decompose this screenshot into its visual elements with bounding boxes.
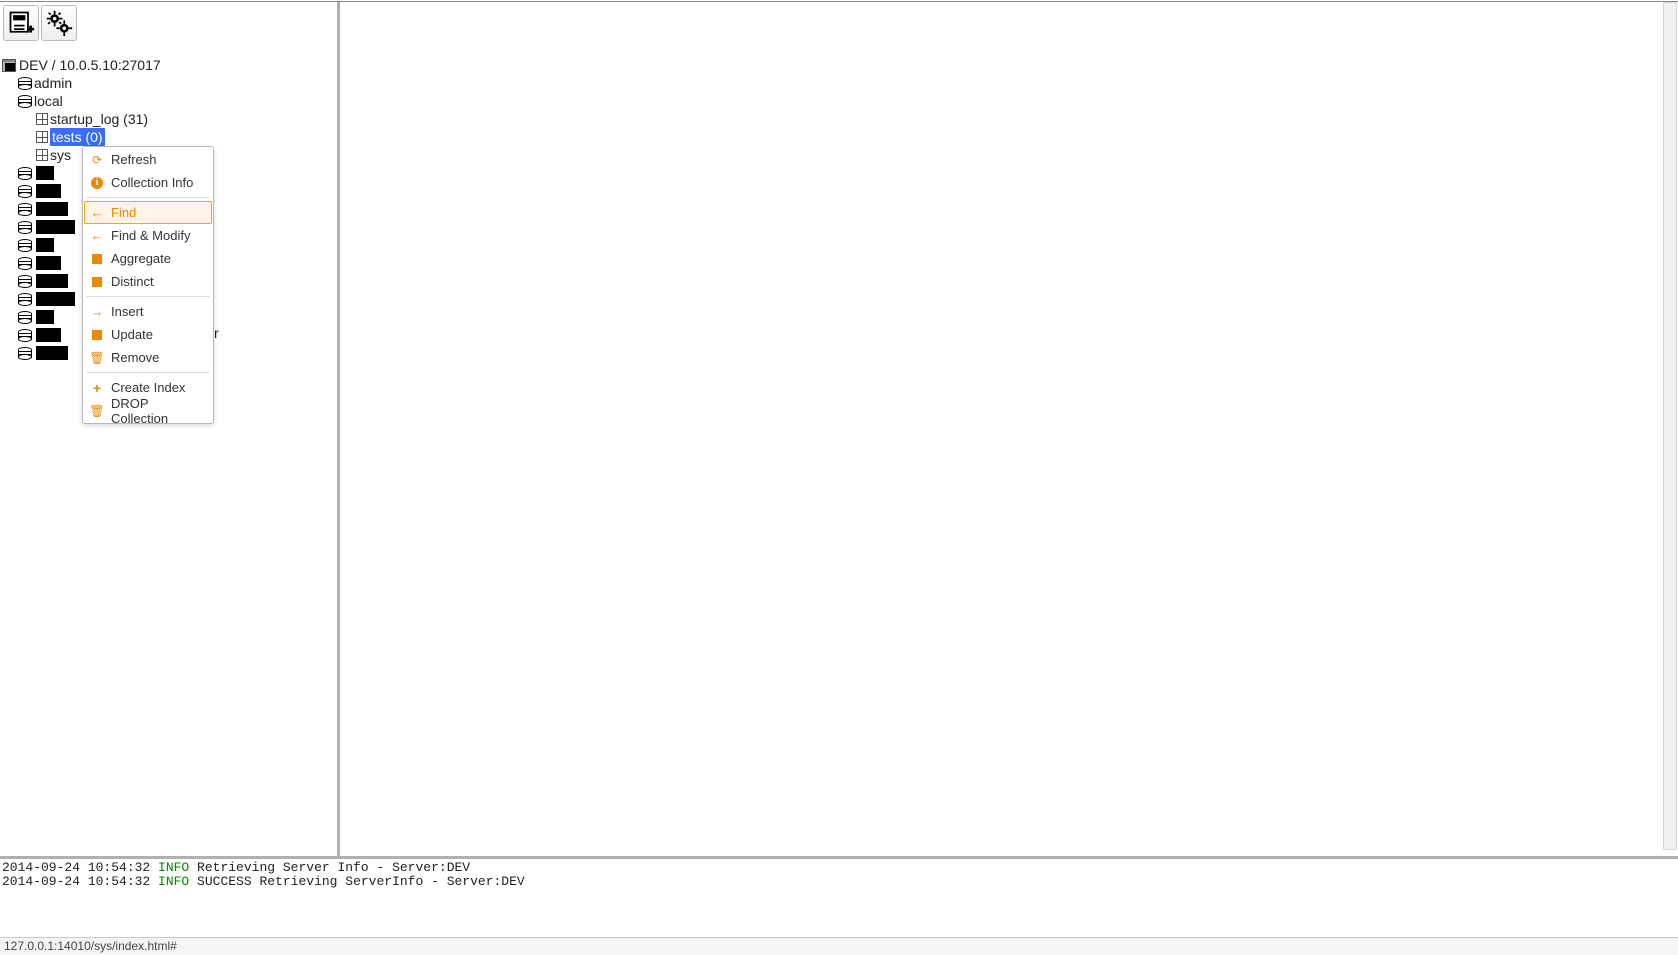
redacted-label xyxy=(36,166,54,180)
context-menu-label: Create Index xyxy=(111,380,185,395)
collection-icon xyxy=(36,113,48,125)
redacted-label xyxy=(36,346,68,360)
database-icon xyxy=(18,77,32,90)
log-message: SUCCESS Retrieving ServerInfo - Server:D… xyxy=(189,875,524,889)
arrow-right-icon: → xyxy=(91,306,103,318)
context-menu-separator xyxy=(86,197,210,198)
redacted-label xyxy=(36,220,75,234)
context-menu-insert[interactable]: → Insert xyxy=(84,300,212,323)
vertical-scrollbar[interactable] xyxy=(1663,2,1677,850)
tree-label: sys xyxy=(50,146,71,164)
arrow-left-icon: ← xyxy=(91,207,103,219)
tree-label: admin xyxy=(34,74,72,92)
redacted-label xyxy=(36,256,61,270)
context-menu-separator xyxy=(86,296,210,297)
database-icon xyxy=(18,203,32,216)
database-icon xyxy=(18,275,32,288)
square-icon xyxy=(91,276,103,288)
log-message: Retrieving Server Info - Server:DEV xyxy=(189,861,470,875)
context-menu-remove[interactable]: 🗑 Remove xyxy=(84,346,212,369)
context-menu-label: Refresh xyxy=(111,152,157,167)
tree-label: startup_log (31) xyxy=(50,110,148,128)
tree-database-node[interactable]: admin xyxy=(0,74,337,92)
redacted-label xyxy=(36,274,68,288)
sidebar: DEV / 10.0.5.10:27017adminlocalstartup_l… xyxy=(0,2,340,856)
status-bar: 127.0.0.1:14010/sys/index.html# xyxy=(0,937,1678,955)
database-icon xyxy=(18,167,32,180)
collection-icon xyxy=(36,149,48,161)
database-icon xyxy=(18,95,32,108)
redacted-label xyxy=(36,310,54,324)
context-menu-find[interactable]: ← Find xyxy=(84,201,212,224)
context-menu-label: Remove xyxy=(111,350,159,365)
context-menu-collection-info[interactable]: i Collection Info xyxy=(84,171,212,194)
database-icon xyxy=(18,329,32,342)
database-icon xyxy=(18,311,32,324)
log-line: 2014-09-24 10:54:32 INFO SUCCESS Retriev… xyxy=(2,875,1676,889)
context-menu: ⟳ Refresh i Collection Info ← Find ← Find & Mod… xyxy=(82,146,214,424)
database-icon xyxy=(18,185,32,198)
arrow-left-icon: ← xyxy=(91,230,103,242)
collection-icon xyxy=(36,131,48,143)
log-level: INFO xyxy=(158,861,189,875)
tree-label: tests (0) xyxy=(50,128,105,146)
log-panel: 2014-09-24 10:54:32 INFO Retrieving Serv… xyxy=(0,856,1678,936)
tree-collection-node[interactable]: startup_log (31) xyxy=(0,110,337,128)
database-icon xyxy=(18,347,32,360)
context-menu-distinct[interactable]: Distinct xyxy=(84,270,212,293)
content-area xyxy=(340,2,1678,856)
database-icon xyxy=(18,221,32,234)
trash-icon: 🗑 xyxy=(91,352,103,364)
context-menu-label: Collection Info xyxy=(111,175,193,190)
redacted-label xyxy=(36,292,75,306)
redacted-label xyxy=(36,238,54,252)
disk-icon xyxy=(2,59,16,72)
tree-collection-node[interactable]: tests (0) xyxy=(0,128,337,146)
context-menu-label: Insert xyxy=(111,304,144,319)
context-menu-label: Find & Modify xyxy=(111,228,190,243)
gears-icon xyxy=(45,9,73,37)
tree-label: local xyxy=(34,92,63,110)
redacted-label xyxy=(36,328,61,342)
toolbar xyxy=(0,2,337,44)
context-menu-refresh[interactable]: ⟳ Refresh xyxy=(84,148,212,171)
trash-icon: 🗑 xyxy=(91,405,103,417)
info-icon: i xyxy=(91,177,103,189)
settings-button[interactable] xyxy=(41,5,77,41)
log-timestamp: 2014-09-24 10:54:32 xyxy=(2,875,158,889)
add-server-button[interactable] xyxy=(3,5,39,41)
log-timestamp: 2014-09-24 10:54:32 xyxy=(2,861,158,875)
redacted-label xyxy=(36,184,61,198)
context-menu-aggregate[interactable]: Aggregate xyxy=(84,247,212,270)
context-menu-label: Update xyxy=(111,327,153,342)
context-menu-label: Find xyxy=(111,205,136,220)
log-line: 2014-09-24 10:54:32 INFO Retrieving Serv… xyxy=(2,861,1676,875)
context-menu-drop-collection[interactable]: 🗑DROP Collection xyxy=(84,399,212,422)
context-menu-label: DROP Collection xyxy=(111,396,205,426)
context-menu-update[interactable]: Update xyxy=(84,323,212,346)
context-menu-label: Aggregate xyxy=(111,251,171,266)
context-menu-find-modify[interactable]: ← Find & Modify xyxy=(84,224,212,247)
database-icon xyxy=(18,257,32,270)
context-menu-separator xyxy=(86,372,210,373)
tree-server-node[interactable]: DEV / 10.0.5.10:27017 xyxy=(0,56,337,74)
disk-plus-icon xyxy=(7,9,35,37)
database-icon xyxy=(18,293,32,306)
plus-icon: + xyxy=(91,382,103,394)
log-level: INFO xyxy=(158,875,189,889)
square-icon xyxy=(91,329,103,341)
status-text: 127.0.0.1:14010/sys/index.html# xyxy=(4,939,177,953)
database-icon xyxy=(18,239,32,252)
tree-database-node[interactable]: local xyxy=(0,92,337,110)
stray-char: r xyxy=(214,324,219,342)
context-menu-label: Distinct xyxy=(111,274,154,289)
redacted-label xyxy=(36,202,68,216)
tree-label: DEV / 10.0.5.10:27017 xyxy=(19,56,161,74)
refresh-icon: ⟳ xyxy=(91,154,103,166)
square-icon xyxy=(91,253,103,265)
